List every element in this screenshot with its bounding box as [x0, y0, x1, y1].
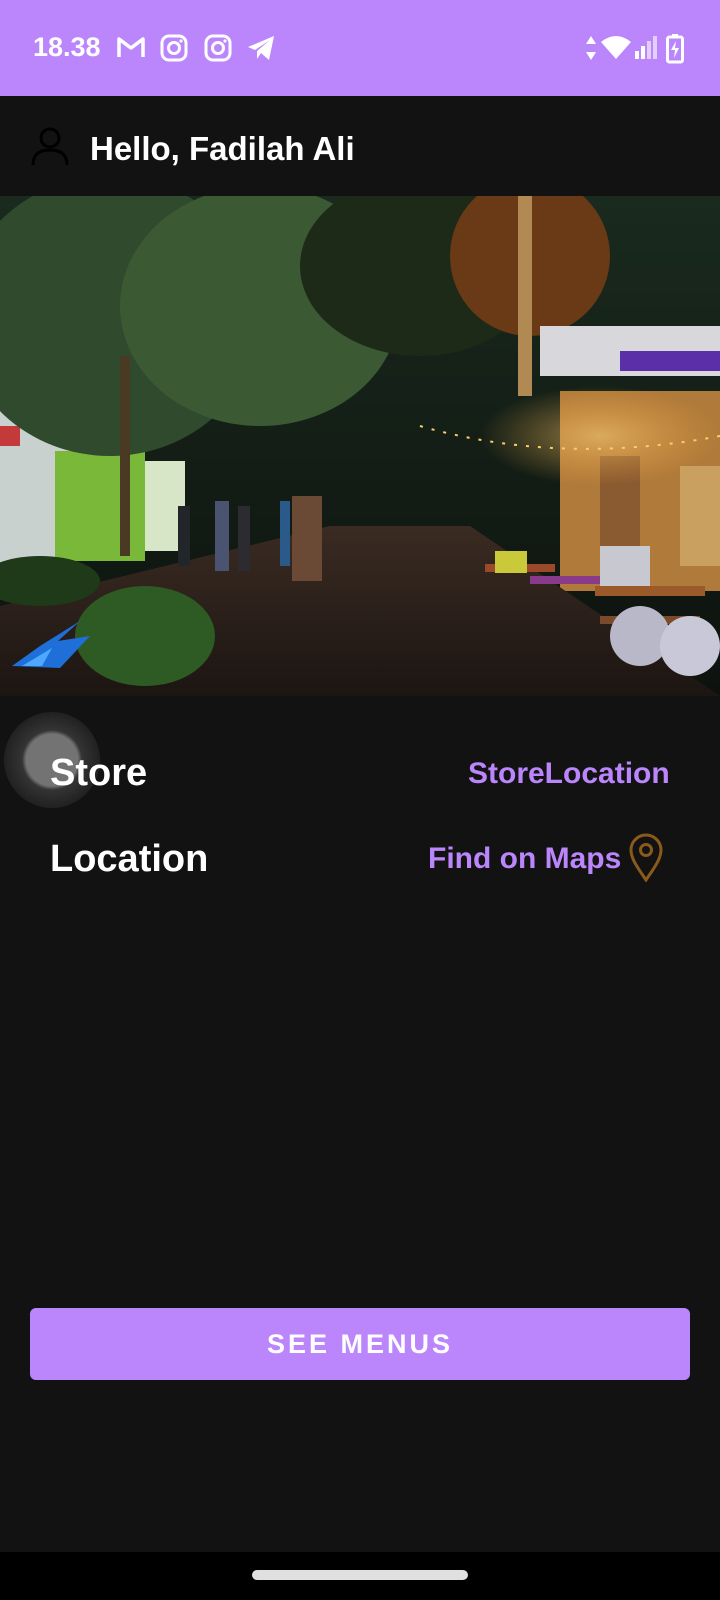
status-time: 18.38: [33, 32, 101, 62]
store-label: Store: [50, 752, 148, 794]
hero-image: [0, 196, 720, 696]
data-arrows-icon: [586, 36, 596, 60]
see-menus-button[interactable]: SEE MENUS: [30, 1308, 690, 1380]
store-location-value: StoreLocation: [468, 757, 670, 790]
find-on-maps-link[interactable]: Find on Maps: [428, 832, 668, 884]
wifi-icon: [601, 36, 631, 59]
telegram-icon: [248, 36, 274, 60]
user-icon[interactable]: [30, 126, 70, 166]
instagram-icon: [204, 34, 232, 62]
location-label: Location: [50, 838, 209, 880]
status-bar: 18.38: [0, 0, 720, 96]
header: Hello, Fadilah Ali: [0, 96, 720, 196]
map-pin-icon: [629, 833, 663, 882]
battery-charging-icon: [666, 34, 684, 64]
instagram-icon: [160, 34, 188, 62]
gmail-icon: [117, 37, 145, 57]
greeting-text: Hello, Fadilah Ali: [90, 130, 355, 167]
home-gesture-handle[interactable]: [252, 1570, 468, 1580]
signal-icon: [635, 36, 657, 59]
navigation-bar: [0, 1552, 720, 1600]
find-on-maps-text: Find on Maps: [428, 842, 622, 875]
